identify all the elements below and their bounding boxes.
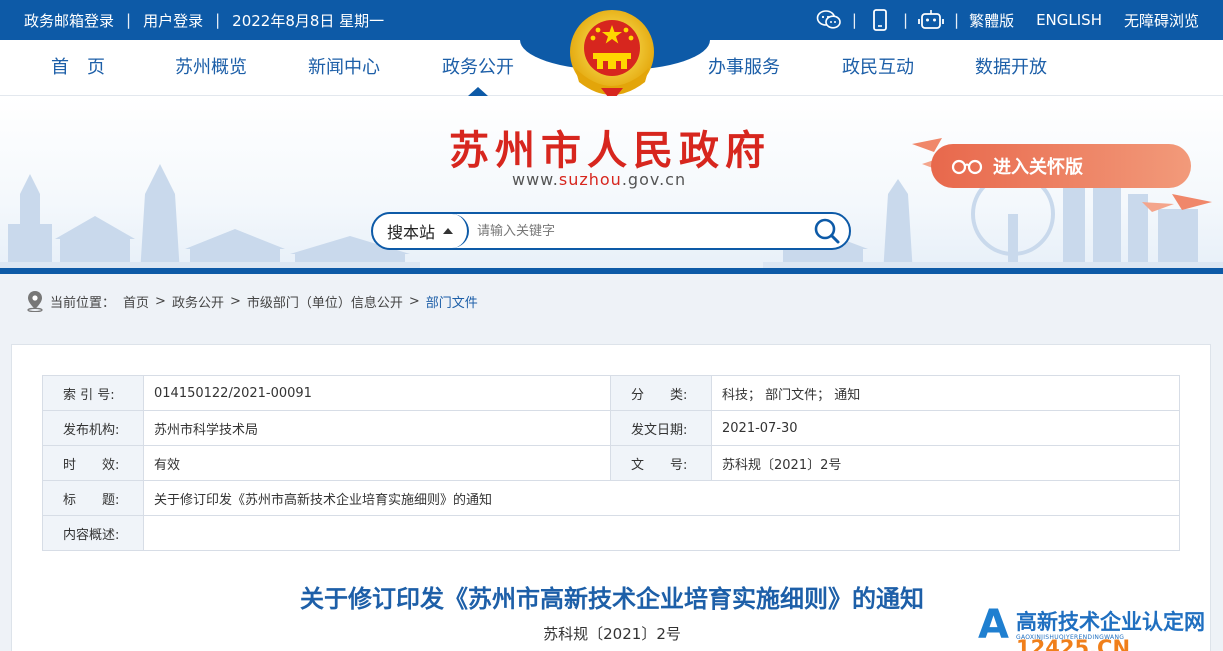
- title-label: 标 题:: [42, 480, 144, 516]
- search-bar: 搜本站: [371, 212, 851, 250]
- doc-number-label: 文 号:: [610, 445, 712, 481]
- watermark-text: 高新技术企业认定网12425.CN: [1016, 610, 1205, 651]
- nav-item-overview[interactable]: 苏州概览: [175, 40, 247, 96]
- table-row: 标 题: 关于修订印发《苏州市高新技术企业培育实施细则》的通知: [42, 480, 1180, 516]
- banner-baseline: [0, 268, 1223, 274]
- breadcrumb-separator: >: [408, 293, 420, 309]
- nav-item-services[interactable]: 办事服务: [708, 40, 780, 96]
- site-watermark-logo: A 高新技术企业认定网12425.CN GAOXINJISHUQIYERENDI…: [978, 600, 1223, 651]
- breadcrumb-dept-documents[interactable]: 部门文件: [426, 292, 478, 311]
- divider: |: [902, 11, 908, 29]
- site-url: www.suzhou.gov.cn: [512, 170, 687, 189]
- search-input[interactable]: [477, 220, 797, 242]
- publisher-value: 苏州市科学技术局: [143, 410, 611, 446]
- top-bar-right: | | | 繁體版 ENGLISH 无障碍浏览: [816, 0, 1199, 40]
- site-banner: 苏州市人民政府 www.suzhou.gov.cn 搜本站 进入关怀版: [0, 96, 1223, 274]
- table-row: 时 效: 有效 文 号: 苏科规〔2021〕2号: [42, 445, 1180, 481]
- document-metadata-table: 索 引 号: 014150122/2021-00091 分 类: 科技； 部门文…: [42, 375, 1180, 551]
- validity-value: 有效: [143, 445, 611, 481]
- nav-item-news[interactable]: 新闻中心: [308, 40, 380, 96]
- gov-mail-login-link[interactable]: 政务邮箱登录: [24, 10, 114, 31]
- mobile-icon[interactable]: [867, 7, 893, 33]
- nav-item-open-data[interactable]: 数据开放: [975, 40, 1047, 96]
- table-row: 索 引 号: 014150122/2021-00091 分 类: 科技； 部门文…: [42, 375, 1180, 411]
- index-label: 索 引 号:: [42, 375, 144, 411]
- top-bar-left: 政务邮箱登录 | 用户登录 | 2022年8月8日 星期一: [24, 0, 384, 40]
- caret-up-icon: [443, 228, 453, 234]
- breadcrumb-separator: >: [155, 293, 166, 309]
- table-row: 内容概述:: [42, 515, 1180, 551]
- search-scope-dropdown[interactable]: 搜本站: [373, 214, 469, 248]
- breadcrumb-gov-affairs[interactable]: 政务公开: [172, 292, 224, 311]
- divider: |: [851, 11, 857, 29]
- doc-number-value: 苏科规〔2021〕2号: [711, 445, 1180, 481]
- glasses-icon: [951, 159, 983, 175]
- category-value: 科技； 部门文件； 通知: [711, 375, 1180, 411]
- category-label: 分 类:: [610, 375, 712, 411]
- traditional-chinese-link[interactable]: 繁體版: [969, 10, 1014, 31]
- validity-label: 时 效:: [42, 445, 144, 481]
- accessibility-link[interactable]: 无障碍浏览: [1124, 10, 1199, 31]
- breadcrumb: 当前位置： 首页 > 政务公开 > 市级部门（单位）信息公开 > 部门文件: [0, 276, 1223, 326]
- site-title: 苏州市人民政府: [449, 127, 771, 174]
- publisher-label: 发布机构:: [42, 410, 144, 446]
- watermark-letter: A: [978, 602, 1009, 648]
- divider: |: [215, 11, 221, 29]
- issue-date-label: 发文日期:: [610, 410, 712, 446]
- user-login-link[interactable]: 用户登录: [143, 10, 203, 31]
- breadcrumb-label: 当前位置：: [50, 295, 116, 311]
- search-scope-label: 搜本站: [386, 223, 435, 242]
- city-skyline-left-illustration: [0, 164, 420, 274]
- search-icon[interactable]: [813, 217, 841, 245]
- care-mode-button[interactable]: 进入关怀版: [931, 144, 1191, 188]
- care-mode-label: 进入关怀版: [993, 157, 1083, 178]
- wechat-icon[interactable]: [816, 7, 842, 33]
- issue-date-value: 2021-07-30: [711, 410, 1180, 446]
- location-pin-icon: [27, 291, 43, 312]
- divider: |: [954, 11, 960, 29]
- breadcrumb-home[interactable]: 首页: [123, 292, 149, 311]
- summary-value: [143, 515, 1180, 551]
- watermark-subtitle: GAOXINJISHUQIYERENDINGWANG: [1016, 634, 1125, 641]
- current-date: 2022年8月8日 星期一: [232, 11, 385, 30]
- table-row: 发布机构: 苏州市科学技术局 发文日期: 2021-07-30: [42, 410, 1180, 446]
- title-value: 关于修订印发《苏州市高新技术企业培育实施细则》的通知: [143, 480, 1180, 516]
- summary-label: 内容概述:: [42, 515, 144, 551]
- nav-item-interaction[interactable]: 政民互动: [842, 40, 914, 96]
- nav-item-gov-affairs[interactable]: 政务公开: [442, 40, 514, 96]
- divider: |: [126, 11, 132, 29]
- nav-item-home[interactable]: 首 页: [51, 40, 105, 96]
- national-emblem-icon: [570, 10, 654, 102]
- robot-icon[interactable]: [918, 7, 944, 33]
- english-link[interactable]: ENGLISH: [1036, 11, 1102, 29]
- breadcrumb-departments[interactable]: 市级部门（单位）信息公开: [247, 292, 403, 311]
- breadcrumb-separator: >: [229, 293, 241, 309]
- index-value: 014150122/2021-00091: [143, 375, 611, 411]
